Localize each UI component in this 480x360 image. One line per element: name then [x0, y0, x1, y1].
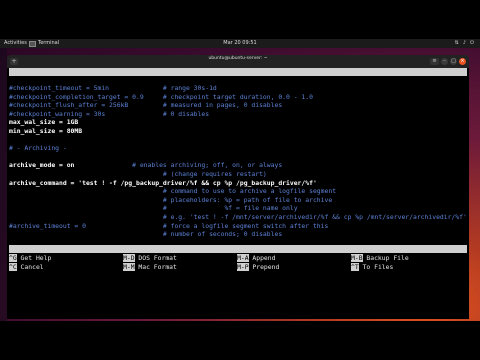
editor-line-text: # command to use to archive a logfile se…	[9, 187, 337, 196]
shortcut-dos-format[interactable]: M-D DOS Format	[123, 254, 177, 262]
editor-line[interactable]: # - Archiving -	[9, 144, 67, 152]
shortcut-key: M-D	[123, 254, 135, 262]
volume-icon: ♪	[462, 40, 467, 46]
shortcut-label: Get Help	[16, 254, 52, 262]
terminal-content[interactable]: GNU nano 2.9.3 /etc/postgresql/14/main/p…	[7, 68, 469, 319]
editor-line[interactable]: #checkpoint_warning = 30s # 0 disables	[9, 110, 209, 118]
editor-line-text: # (change requires restart)	[9, 170, 267, 178]
editor-line-text: #checkpoint_completion_target = 0.9 # ch…	[9, 92, 313, 101]
shortcut-label: Mac Format	[134, 262, 177, 271]
nano-status: Modified	[430, 92, 461, 100]
terminal-window: + ubuntu@ubuntu-server: ~ ≡ – □ × GNU na…	[7, 55, 469, 319]
network-icon: ⇅	[454, 40, 459, 46]
nano-version: GNU nano 2.9.3	[17, 76, 71, 84]
shortcut-append[interactable]: M-A Append	[237, 254, 275, 262]
shortcut-label: To Files	[358, 262, 394, 271]
hamburger-menu-icon[interactable]: ≡	[430, 58, 439, 65]
close-icon[interactable]: ×	[459, 58, 466, 65]
window-title: ubuntu@ubuntu-server: ~	[208, 56, 268, 61]
editor-line[interactable]: # command to use to archive a logfile se…	[9, 187, 336, 195]
editor-line-text: #checkpoint_flush_after = 256kB # measur…	[9, 101, 283, 110]
shortcut-key: ^C	[9, 262, 17, 271]
desktop: Activities Terminal Mar 20 09:51 ⇅ ♪ ⏻ +…	[0, 39, 480, 321]
shortcut-label: Backup File	[362, 254, 409, 262]
editor-line-text: #archive_timeout = 0 # force a logfile s…	[9, 221, 329, 230]
editor-line[interactable]: archive_mode = on # enables archiving; o…	[9, 161, 282, 169]
editor-line[interactable]: archive_command = 'test ! -f /pg_backup_…	[9, 179, 317, 187]
editor-line-text: # - Archiving -	[9, 144, 67, 153]
editor-line-text: #checkpoint_warning = 30s # 0 disables	[9, 109, 210, 118]
editor-line[interactable]: #archive_timeout = 0 # force a logfile s…	[9, 222, 328, 230]
editor-line[interactable]: max_wal_size = 1GB	[9, 118, 78, 126]
power-icon: ⏻	[470, 40, 474, 46]
editor-line[interactable]: # %f = file name only	[9, 204, 298, 212]
editor-line[interactable]: #checkpoint_timeout = 5min # range 30s-1…	[9, 84, 217, 92]
editor-line-text: # e.g. 'test ! -f /mnt/server/archivedir…	[9, 213, 467, 221]
shortcut-key: M-P	[237, 262, 249, 271]
editor-line[interactable]: # e.g. 'test ! -f /mnt/server/archivedir…	[9, 213, 467, 221]
editor-line-text: # %f = file name only	[9, 204, 298, 213]
editor-line[interactable]: min_wal_size = 80MB	[9, 127, 82, 135]
editor-line-comment: # enables archiving; off, on, or always	[74, 161, 283, 170]
shortcut-to-files[interactable]: ^T To Files	[351, 262, 394, 271]
editor-line-text: archive_command = 'test ! -f /pg_backup_…	[9, 178, 317, 187]
save-filename-prompt[interactable]: File Name to Write: /etc/postgresql/14/m…	[9, 245, 467, 261]
minimize-icon[interactable]: –	[441, 58, 448, 65]
shortcut-key: M-A	[237, 254, 249, 262]
editor-line-text: #checkpoint_timeout = 5min # range 30s-1…	[9, 84, 217, 92]
system-tray[interactable]: ⇅ ♪ ⏻	[455, 39, 474, 48]
editor-line-text: min_wal_size = 80MB	[9, 127, 83, 135]
editor-line[interactable]: # (change requires restart)	[9, 170, 267, 178]
maximize-icon[interactable]: □	[450, 58, 457, 65]
clock[interactable]: Mar 20 09:51	[0, 39, 480, 48]
editor-line-text: max_wal_size = 1GB	[9, 118, 79, 127]
shortcut-key: M-B	[351, 254, 363, 262]
editor-line-text: # placeholders: %p = path of file to arc…	[9, 195, 333, 204]
dock	[0, 48, 7, 321]
shortcut-prepend[interactable]: M-P Prepend	[237, 262, 280, 271]
editor-line-text: # number of seconds; 0 disables	[9, 230, 283, 239]
top-panel: Activities Terminal Mar 20 09:51 ⇅ ♪ ⏻	[0, 39, 480, 48]
editor-line[interactable]: # placeholders: %p = path of file to arc…	[9, 196, 332, 204]
editor-line-text: archive_mode = on	[9, 161, 75, 170]
nano-title-bar: GNU nano 2.9.3 /etc/postgresql/14/main/p…	[9, 68, 467, 100]
shortcut-cancel[interactable]: ^C Cancel	[9, 262, 44, 271]
shortcut-get-help[interactable]: ^G Get Help	[9, 254, 51, 262]
shortcut-key: ^T	[351, 262, 359, 271]
shortcut-key: M-M	[123, 262, 135, 271]
window-titlebar[interactable]: + ubuntu@ubuntu-server: ~ ≡ – □ ×	[7, 55, 469, 68]
shortcut-label: DOS Format	[134, 254, 177, 262]
shortcut-label: Append	[248, 254, 276, 262]
editor-line[interactable]: #checkpoint_flush_after = 256kB # measur…	[9, 101, 282, 109]
editor-line[interactable]: #checkpoint_completion_target = 0.9 # ch…	[9, 93, 313, 101]
shortcut-mac-format[interactable]: M-M Mac Format	[123, 262, 177, 271]
shortcut-label: Cancel	[16, 262, 44, 271]
shortcut-key: ^G	[9, 254, 17, 262]
shortcut-label: Prepend	[248, 262, 280, 271]
editor-line[interactable]: # number of seconds; 0 disables	[9, 230, 282, 238]
shortcut-backup-file[interactable]: M-B Backup File	[351, 254, 409, 262]
